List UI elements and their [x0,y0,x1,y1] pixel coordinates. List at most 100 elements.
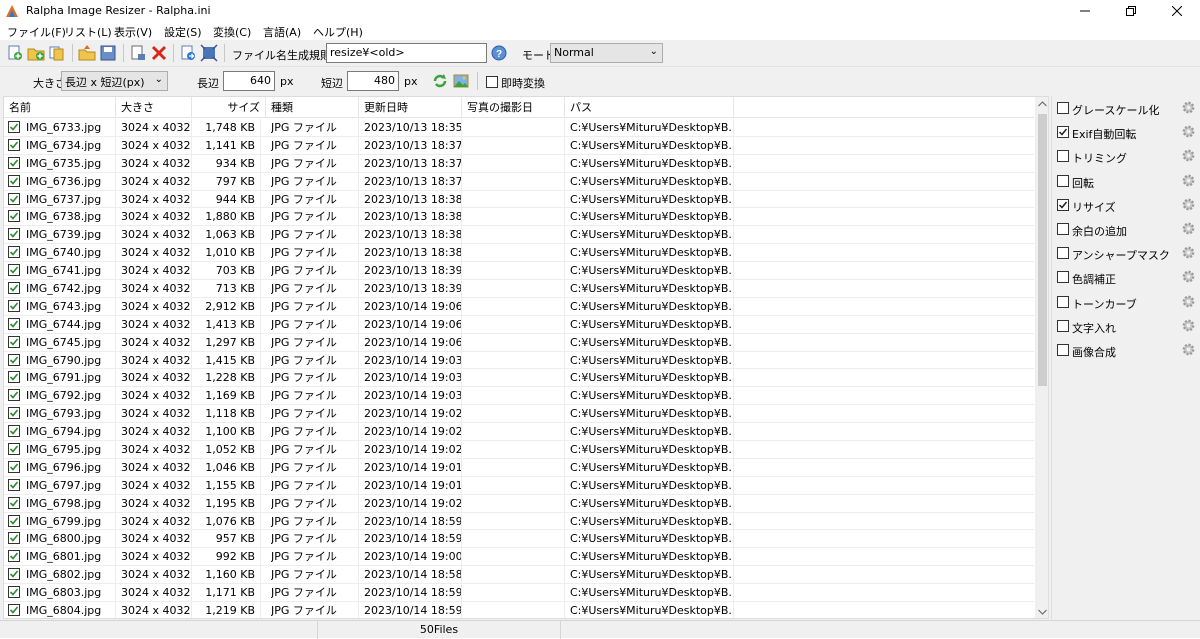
table-row[interactable]: IMG_6790.jpg 3024 x 4032 1,415 KB JPG ファイル 2… [4,351,1034,370]
option-checkbox[interactable] [1057,174,1069,187]
row-checkbox[interactable] [8,246,20,259]
gear-icon[interactable] [1181,294,1196,309]
gear-icon[interactable] [1181,100,1196,115]
row-checkbox[interactable] [8,317,20,330]
option-checkbox[interactable] [1057,319,1069,332]
filename-rule-input[interactable]: resize¥<old> [326,43,487,63]
row-checkbox[interactable] [8,586,20,599]
option-item[interactable]: Exif自動回転 [1056,122,1196,142]
option-item[interactable]: 色調補正 [1056,267,1196,287]
instant-convert-checkbox[interactable] [486,76,498,88]
table-row[interactable]: IMG_6743.jpg 3024 x 4032 2,912 KB JPG ファイル 2… [4,297,1034,316]
row-checkbox[interactable] [8,282,20,295]
table-row[interactable]: IMG_6793.jpg 3024 x 4032 1,118 KB JPG ファイル 2… [4,405,1034,424]
gear-icon[interactable] [1181,173,1196,188]
column-header-modified[interactable]: 更新日時 [359,97,462,118]
row-checkbox[interactable] [8,371,20,384]
table-row[interactable]: IMG_6741.jpg 3024 x 4032 703 KB JPG ファイル 202… [4,262,1034,281]
gear-icon[interactable] [1181,124,1196,139]
table-row[interactable]: IMG_6791.jpg 3024 x 4032 1,228 KB JPG ファイル 2… [4,369,1034,388]
table-row[interactable]: IMG_6795.jpg 3024 x 4032 1,052 KB JPG ファイル 2… [4,441,1034,459]
table-row[interactable]: IMG_6802.jpg 3024 x 4032 1,160 KB JPG ファイル 2… [4,566,1034,585]
option-item[interactable]: リサイズ [1056,195,1196,215]
refresh-icon[interactable] [431,72,449,90]
table-row[interactable]: IMG_6794.jpg 3024 x 4032 1,100 KB JPG ファイル 2… [4,423,1034,442]
option-checkbox[interactable] [1057,150,1069,163]
close-button[interactable] [1154,0,1200,22]
add-file-icon[interactable] [6,44,24,62]
option-item[interactable]: グレースケール化 [1056,98,1196,118]
row-checkbox[interactable] [8,228,20,241]
table-row[interactable]: IMG_6734.jpg 3024 x 4032 1,141 KB JPG ファイル 2… [4,136,1034,155]
row-checkbox[interactable] [8,138,20,151]
delete-icon[interactable] [150,44,168,62]
table-row[interactable]: IMG_6742.jpg 3024 x 4032 713 KB JPG ファイル 202… [4,280,1034,298]
row-checkbox[interactable] [8,299,20,312]
table-row[interactable]: IMG_6737.jpg 3024 x 4032 944 KB JPG ファイル 202… [4,190,1034,209]
column-header-dimensions[interactable]: 大きさ [116,97,192,118]
long-side-input[interactable]: 640 [223,71,275,91]
row-checkbox[interactable] [8,443,20,456]
gear-icon[interactable] [1181,342,1196,357]
row-checkbox[interactable] [8,210,20,223]
option-checkbox[interactable] [1057,198,1069,211]
table-row[interactable]: IMG_6733.jpg 3024 x 4032 1,748 KB JPG ファイル 2… [4,119,1034,137]
gear-icon[interactable] [1181,197,1196,212]
option-checkbox[interactable] [1057,344,1069,356]
open-folder-icon[interactable] [78,44,96,62]
gear-icon[interactable] [1181,245,1196,260]
gear-icon[interactable] [1181,269,1196,284]
row-checkbox[interactable] [8,389,20,402]
scroll-up-icon[interactable] [1038,101,1047,107]
table-row[interactable]: IMG_6739.jpg 3024 x 4032 1,063 KB JPG ファイル 2… [4,226,1034,245]
row-checkbox[interactable] [8,514,20,527]
save-list-icon[interactable] [99,44,117,62]
table-row[interactable]: IMG_6792.jpg 3024 x 4032 1,169 KB JPG ファイル 2… [4,387,1034,406]
menu-language[interactable]: 言語(A) [263,24,301,40]
row-checkbox[interactable] [8,460,20,473]
table-row[interactable]: IMG_6798.jpg 3024 x 4032 1,195 KB JPG ファイル 2… [4,494,1034,513]
menu-file[interactable]: ファイル(F) [7,24,66,40]
column-header-path[interactable]: パス [565,97,734,118]
vertical-scrollbar[interactable] [1035,97,1048,618]
add-folder-icon[interactable] [27,44,45,62]
row-checkbox[interactable] [8,568,20,581]
row-checkbox[interactable] [8,156,20,169]
short-side-input[interactable]: 480 [347,71,399,91]
gear-icon[interactable] [1181,221,1196,236]
add-multiple-icon[interactable] [48,44,66,62]
maximize-button[interactable] [1108,0,1154,22]
row-checkbox[interactable] [8,496,20,509]
table-row[interactable]: IMG_6800.jpg 3024 x 4032 957 KB JPG ファイル 202… [4,530,1034,549]
menu-settings[interactable]: 設定(S) [164,24,202,40]
row-checkbox[interactable] [8,264,20,277]
row-checkbox[interactable] [8,478,20,491]
row-checkbox[interactable] [8,407,20,420]
menu-list[interactable]: リスト(L) [64,24,112,40]
minimize-button[interactable] [1062,0,1108,22]
option-checkbox[interactable] [1057,126,1069,139]
table-row[interactable]: IMG_6804.jpg 3024 x 4032 1,219 KB JPG ファイル 2… [4,602,1034,618]
column-header-name[interactable]: 名前 [4,97,116,118]
option-checkbox[interactable] [1057,223,1069,235]
clear-list-icon[interactable] [129,44,147,62]
row-checkbox[interactable] [8,604,20,617]
option-item[interactable]: トーンカーブ [1056,292,1196,312]
menu-view[interactable]: 表示(V) [114,24,152,40]
mode-select[interactable]: Normal ⌄ [550,43,663,63]
row-checkbox[interactable] [8,121,20,133]
fit-icon[interactable] [200,44,218,62]
image-icon[interactable] [452,72,470,90]
row-checkbox[interactable] [8,532,20,545]
table-row[interactable]: IMG_6740.jpg 3024 x 4032 1,010 KB JPG ファイル 2… [4,244,1034,263]
option-item[interactable]: 回転 [1056,171,1196,191]
gear-icon[interactable] [1181,318,1196,333]
option-item[interactable]: 余白の追加 [1056,219,1196,239]
column-header-type[interactable]: 種類 [266,97,359,118]
column-header-size[interactable]: サイズ [192,97,266,118]
table-row[interactable]: IMG_6803.jpg 3024 x 4032 1,171 KB JPG ファイル 2… [4,584,1034,603]
row-checkbox[interactable] [8,174,20,187]
option-item[interactable]: トリミング [1056,146,1196,166]
table-row[interactable]: IMG_6745.jpg 3024 x 4032 1,297 KB JPG ファイル 2… [4,333,1034,352]
row-checkbox[interactable] [8,192,20,205]
